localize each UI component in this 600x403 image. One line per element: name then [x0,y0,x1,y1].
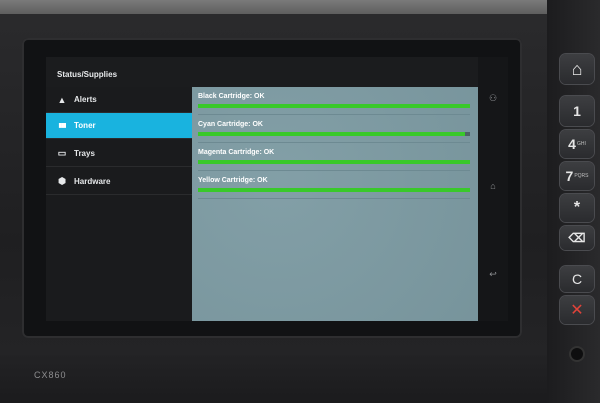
hardware-gear-icon: ⬢ [58,176,66,186]
key-7[interactable]: 7 PQRS [560,162,594,190]
headphone-jack [571,348,583,360]
key-4[interactable]: 4 GHI [560,130,594,158]
supply-level-bar [198,188,470,192]
top-strip [0,0,600,14]
sidebar-item-hardware[interactable]: ⬢ Hardware [46,169,192,195]
supply-row-cyan[interactable]: Cyan Cartridge: OK [198,117,470,143]
touch-screen: Status/Supplies ▲ Alerts ▮▮▮ Toner ▭ Tra… [46,57,508,321]
key-1[interactable]: 1 [560,96,594,126]
backspace-button[interactable]: ⌫ [560,226,594,250]
sidebar-item-label: Alerts [74,95,97,104]
supply-level-bar [198,104,470,108]
toner-bars-icon: ▮▮▮ [58,123,67,129]
device-bottom-panel [0,355,547,403]
supply-level-bar [198,132,470,136]
reset-icon: C [571,271,583,287]
sidebar-item-label: Toner [74,121,96,130]
supply-level-fill [198,132,465,136]
system-nav-bar: ⚇ ⌂ ↩ [478,57,508,321]
supply-row-yellow[interactable]: Yellow Cartridge: OK [198,173,470,199]
status-bar: Status/Supplies [46,57,508,87]
sidebar-item-trays[interactable]: ▭ Trays [46,141,192,167]
sidebar-item-label: Trays [74,149,95,158]
supply-label: Black Cartridge: OK [198,93,265,100]
supply-row-magenta[interactable]: Magenta Cartridge: OK [198,145,470,171]
stop-button[interactable]: ✕ [560,296,594,324]
printer-device: Status/Supplies ▲ Alerts ▮▮▮ Toner ▭ Tra… [0,0,600,403]
supply-level-fill [198,160,470,164]
supply-label: Yellow Cartridge: OK [198,177,268,184]
home-button[interactable]: ⌂ [560,54,594,84]
stop-icon: ✕ [570,302,584,319]
sidebar-item-alerts[interactable]: ▲ Alerts [46,87,192,113]
page-title: Status/Supplies [57,70,118,79]
supplies-panel: Black Cartridge: OK Cyan Cartridge: OK M… [192,87,478,321]
reset-button[interactable]: C [560,266,594,292]
sidebar: ▲ Alerts ▮▮▮ Toner ▭ Trays ⬢ Hardware [46,87,192,321]
back-arrow-icon[interactable]: ↩ [478,269,508,280]
supply-level-bar [198,160,470,164]
warning-triangle-icon: ▲ [57,94,67,105]
model-label: CX860 [34,370,67,380]
user-icon[interactable]: ⚇ [478,93,508,104]
backspace-icon: ⌫ [568,231,586,245]
supply-level-fill [198,188,470,192]
supply-label: Cyan Cartridge: OK [198,121,263,128]
home-icon: ⌂ [571,58,583,79]
sidebar-item-toner[interactable]: ▮▮▮ Toner [46,113,192,139]
sidebar-item-label: Hardware [74,177,111,186]
supply-label: Magenta Cartridge: OK [198,149,275,156]
tray-icon: ▭ [57,148,67,158]
supply-level-fill [198,104,470,108]
home-icon[interactable]: ⌂ [478,181,508,191]
supply-row-black[interactable]: Black Cartridge: OK [198,89,470,115]
key-star[interactable]: * [560,194,594,222]
